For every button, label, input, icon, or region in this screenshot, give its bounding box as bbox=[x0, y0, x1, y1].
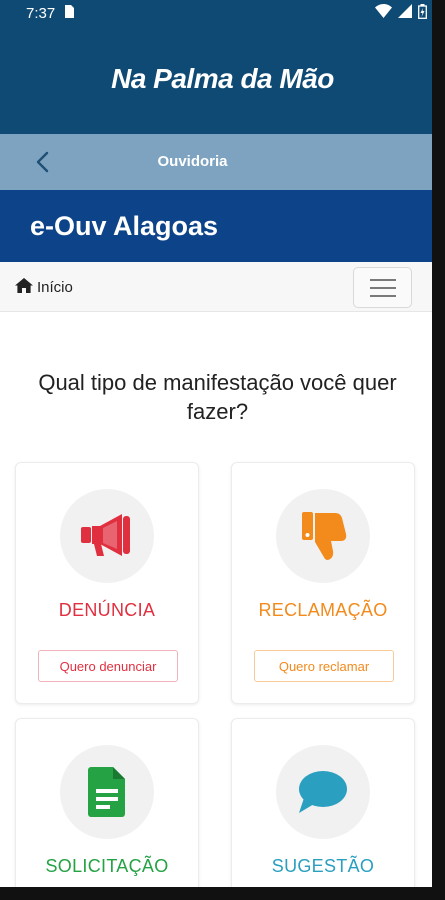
home-label: Início bbox=[37, 279, 73, 296]
sub-bar: Ouvidoria bbox=[0, 134, 445, 190]
home-icon bbox=[15, 278, 33, 297]
page-question: Qual tipo de manifestação você quer faze… bbox=[38, 370, 397, 424]
quero-denunciar-button[interactable]: Quero denunciar bbox=[38, 650, 178, 682]
card-sugestao[interactable]: SUGESTÃO bbox=[231, 718, 415, 898]
device-frame bbox=[432, 0, 445, 900]
quero-reclamar-button[interactable]: Quero reclamar bbox=[254, 650, 394, 682]
signal-icon bbox=[398, 4, 412, 22]
card-label: RECLAMAÇÃO bbox=[258, 600, 388, 620]
status-bar: 7:37 bbox=[0, 0, 445, 26]
card-denuncia[interactable]: DENÚNCIA Quero denunciar bbox=[15, 462, 199, 704]
card-label: SUGESTÃO bbox=[271, 856, 375, 876]
card-label: SOLICITAÇÃO bbox=[45, 856, 169, 876]
card-reclamacao[interactable]: RECLAMAÇÃO Quero reclamar bbox=[231, 462, 415, 704]
app-title: Na Palma da Mão bbox=[111, 63, 334, 94]
card-solicitacao[interactable]: SOLICITAÇÃO bbox=[15, 718, 199, 898]
home-link[interactable]: Início bbox=[15, 278, 73, 297]
sim-card-icon bbox=[63, 4, 75, 22]
hamburger-menu-icon[interactable] bbox=[353, 267, 412, 308]
thumbs-down-icon bbox=[276, 489, 370, 583]
wifi-icon bbox=[375, 4, 392, 22]
sub-bar-title: Ouvidoria bbox=[157, 153, 228, 170]
speech-bubble-icon bbox=[276, 745, 370, 839]
device-frame-bottom bbox=[0, 887, 445, 900]
site-header: e-Ouv Alagoas bbox=[0, 190, 445, 262]
document-icon bbox=[60, 745, 154, 839]
card-label: DENÚNCIA bbox=[58, 600, 156, 620]
app-bar: Na Palma da Mão bbox=[0, 26, 445, 134]
battery-icon bbox=[418, 3, 427, 23]
breadcrumb: Início bbox=[0, 262, 435, 312]
status-time: 7:37 bbox=[26, 4, 56, 22]
megaphone-icon bbox=[60, 489, 154, 583]
site-title: e-Ouv Alagoas bbox=[30, 210, 219, 241]
